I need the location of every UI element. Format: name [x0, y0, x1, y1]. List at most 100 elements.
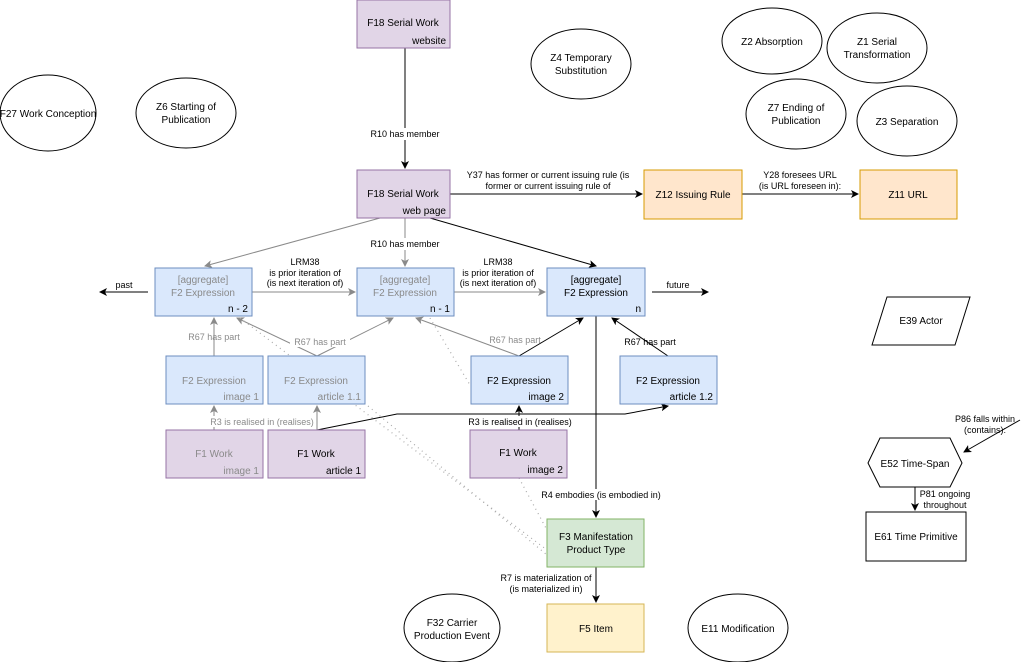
- label-p86-1: P86 falls within: [955, 414, 1015, 424]
- node-line1: Z1 Serial: [857, 37, 897, 48]
- node-modification[interactable]: E11 Modification: [687, 593, 789, 662]
- node-title: Z2 Absorption: [741, 37, 803, 48]
- node-sub: image 2: [528, 392, 564, 403]
- node-sub: image 2: [527, 465, 563, 476]
- label-y37-2: former or current issuing rule of: [485, 181, 611, 191]
- node-starting-publication[interactable]: Z6 Starting of Publication: [135, 77, 237, 149]
- node-title: F1 Work: [195, 449, 234, 460]
- node-serial-transformation[interactable]: Z1 Serial Transformation: [826, 12, 928, 84]
- node-work-article1[interactable]: F1 Work article 1: [267, 429, 366, 479]
- node-work-conception[interactable]: F27 Work Conception: [0, 74, 97, 152]
- node-issuing-rule[interactable]: Z12 Issuing Rule: [643, 169, 743, 220]
- label-y28-2: (is URL foreseen in):: [759, 181, 841, 191]
- node-ending-publication[interactable]: Z7 Ending of Publication: [745, 78, 847, 150]
- label-r67-a: R67 has part: [188, 332, 240, 342]
- node-title: F2 Expression: [636, 376, 700, 387]
- node-title: F2 Expression: [487, 376, 551, 387]
- label-p86-2: (contains):: [964, 425, 1006, 435]
- node-sub: n: [635, 304, 641, 315]
- node-aggregate-n2[interactable]: [aggregate] F2 Expression n - 2: [154, 267, 253, 317]
- node-line2: F2 Expression: [171, 288, 235, 299]
- label-lrm38-b-3: (is next iteration of): [460, 278, 537, 288]
- node-title: E52 Time-Span: [881, 459, 950, 470]
- node-expression-article11[interactable]: F2 Expression article 1.1: [267, 355, 366, 405]
- node-line1: Z7 Ending of: [768, 103, 825, 114]
- dotted-link-d: [518, 477, 548, 531]
- node-title: F2 Expression: [284, 376, 348, 387]
- node-line2: Product Type: [567, 545, 626, 556]
- node-manifestation[interactable]: F3 Manifestation Product Type: [546, 518, 645, 568]
- node-separation[interactable]: Z3 Separation: [856, 85, 958, 157]
- node-expression-article12[interactable]: F2 Expression article 1.2: [619, 355, 718, 405]
- node-temporary-substitution[interactable]: Z4 Temporary Substitution: [530, 28, 632, 100]
- node-title: F18 Serial Work: [367, 18, 440, 29]
- node-sub: website: [411, 36, 446, 47]
- node-line2: Substitution: [555, 66, 607, 77]
- node-title: E11 Modification: [701, 624, 774, 635]
- label-r67-b: R67 has part: [294, 337, 346, 347]
- label-r7-1: R7 is materialization of: [500, 573, 592, 583]
- node-actor[interactable]: E39 Actor: [871, 296, 971, 346]
- node-expression-image1[interactable]: F2 Expression image 1: [165, 355, 264, 405]
- label-lrm38-b-2: is prior iteration of: [462, 268, 534, 278]
- node-line2: Transformation: [844, 50, 911, 61]
- node-absorption[interactable]: Z2 Absorption: [721, 7, 823, 75]
- diagram-canvas: R10 has member R10 has member Y37 has fo…: [0, 0, 1021, 662]
- label-p81-2: throughout: [923, 500, 967, 510]
- node-title: F1 Work: [297, 449, 336, 460]
- node-sub: article 1.2: [670, 392, 714, 403]
- node-sub: article 1.1: [318, 392, 362, 403]
- label-lrm38-a-2: is prior iteration of: [269, 268, 341, 278]
- node-time-primitive[interactable]: E61 Time Primitive: [865, 511, 967, 562]
- node-line2: F2 Expression: [373, 288, 437, 299]
- dotted-link-c: [429, 317, 471, 386]
- node-title: F2 Expression: [182, 376, 246, 387]
- node-aggregate-n1[interactable]: [aggregate] F2 Expression n - 1: [356, 267, 455, 317]
- node-item[interactable]: F5 Item: [546, 603, 645, 653]
- label-r4: R4 embodies (is embodied in): [541, 490, 661, 500]
- node-url[interactable]: Z11 URL: [859, 169, 958, 220]
- node-title: E61 Time Primitive: [874, 532, 958, 543]
- node-sub: image 1: [223, 466, 259, 477]
- edge-member-n[interactable]: [429, 217, 597, 268]
- dotted-link-b: [367, 405, 548, 556]
- label-r67-c: R67 has part: [489, 335, 541, 345]
- node-line2: F2 Expression: [564, 288, 628, 299]
- node-title: F1 Work: [499, 448, 538, 459]
- node-serial-work-website[interactable]: F18 Serial Work website: [356, 0, 451, 49]
- label-r3-a: R3 is realised in (realises): [210, 417, 314, 427]
- node-sub: n - 2: [228, 304, 248, 315]
- node-line1: [aggregate]: [380, 275, 431, 286]
- label-r10-b: R10 has member: [370, 239, 439, 249]
- label-r10-a: R10 has member: [370, 129, 439, 139]
- node-aggregate-n[interactable]: [aggregate] F2 Expression n: [546, 267, 646, 317]
- node-sub: image 1: [223, 392, 259, 403]
- label-r3-b: R3 is realised in (realises): [468, 417, 572, 427]
- label-past: past: [115, 280, 133, 290]
- node-line1: [aggregate]: [571, 275, 622, 286]
- node-title: Z3 Separation: [876, 117, 939, 128]
- label-lrm38-a-1: LRM38: [290, 257, 319, 267]
- node-time-span[interactable]: E52 Time-Span: [867, 437, 963, 488]
- node-work-image1[interactable]: F1 Work image 1: [165, 429, 264, 479]
- node-title: F5 Item: [579, 624, 613, 635]
- node-line1: Z6 Starting of: [156, 102, 216, 113]
- node-carrier-production[interactable]: F32 Carrier Production Event: [403, 593, 501, 662]
- node-line2: Publication: [772, 116, 821, 127]
- node-title: E39 Actor: [899, 316, 943, 327]
- node-title: Z11 URL: [888, 190, 928, 201]
- node-line1: [aggregate]: [178, 275, 229, 286]
- node-work-image2[interactable]: F1 Work image 2: [469, 429, 568, 479]
- node-expression-image2[interactable]: F2 Expression image 2: [470, 355, 569, 405]
- label-y28-1: Y28 foresees URL: [763, 170, 837, 180]
- node-title: Z12 Issuing Rule: [655, 190, 730, 201]
- node-serial-work-webpage[interactable]: F18 Serial Work web page: [356, 169, 451, 219]
- node-line1: Z4 Temporary: [550, 53, 612, 64]
- label-future: future: [666, 280, 689, 290]
- node-line1: F3 Manifestation: [559, 532, 633, 543]
- node-title: F27 Work Conception: [0, 109, 96, 120]
- label-r7-2: (is materialized in): [509, 584, 582, 594]
- node-sub: web page: [402, 206, 447, 217]
- node-title: F18 Serial Work: [367, 189, 440, 200]
- node-sub: article 1: [326, 466, 361, 477]
